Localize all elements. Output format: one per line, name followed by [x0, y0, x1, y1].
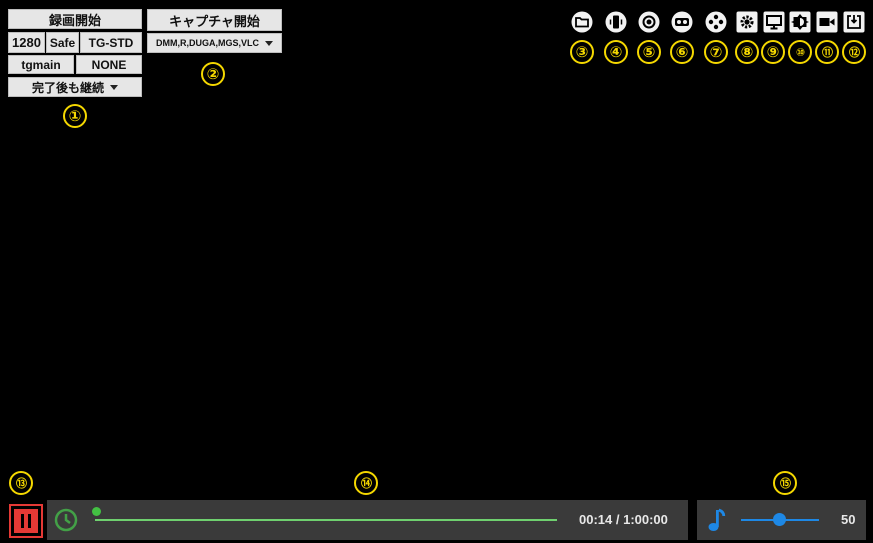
profile-button[interactable]: tgmain	[8, 55, 74, 74]
gamepad-icon[interactable]	[705, 11, 727, 33]
capture-start-label: キャプチャ開始	[169, 13, 260, 29]
clock-icon[interactable]	[53, 507, 79, 533]
format-label: TG-STD	[88, 35, 134, 50]
marker-3: ③	[570, 40, 594, 64]
pause-icon	[14, 509, 38, 533]
video-camera-icon[interactable]	[816, 11, 838, 33]
pause-button[interactable]	[9, 504, 43, 538]
marker-1: ①	[63, 104, 87, 128]
marker-14: ⑭	[354, 471, 378, 495]
marker-9: ⑨	[761, 40, 785, 64]
record-target-icon[interactable]	[638, 11, 660, 33]
marker-12: ⑫	[842, 40, 866, 64]
time-display: 00:14 / 1:00:00	[579, 512, 668, 527]
record-start-button[interactable]: 録画開始	[8, 9, 142, 29]
capture-source-value: DMM,R,DUGA,MGS,VLC	[156, 38, 259, 48]
option-label: NONE	[91, 57, 127, 72]
seek-track[interactable]	[95, 519, 557, 521]
profile-label: tgmain	[21, 57, 61, 72]
resolution-label: 1280	[12, 35, 41, 50]
volume-value: 50	[841, 512, 856, 527]
seek-handle[interactable]	[92, 507, 101, 516]
after-complete-label: 完了後も継続	[31, 80, 104, 95]
seek-bar-panel: 00:14 / 1:00:00	[47, 500, 688, 540]
gear-icon[interactable]	[736, 11, 758, 33]
marker-6: ⑥	[670, 40, 694, 64]
resolution-button[interactable]: 1280	[8, 32, 45, 53]
capture-source-dropdown[interactable]: DMM,R,DUGA,MGS,VLC	[147, 33, 282, 53]
marker-11: ⑪	[815, 40, 839, 64]
folder-icon[interactable]	[571, 11, 593, 33]
volume-handle[interactable]	[773, 513, 786, 526]
capture-start-button[interactable]: キャプチャ開始	[147, 9, 282, 31]
marker-2: ②	[201, 62, 225, 86]
marker-15: ⑮	[773, 471, 797, 495]
brightness-icon[interactable]	[789, 11, 811, 33]
vr-glasses-icon[interactable]	[671, 11, 693, 33]
format-button[interactable]: TG-STD	[80, 32, 142, 53]
music-note-icon	[708, 508, 726, 531]
marker-5: ⑤	[637, 40, 661, 64]
chevron-down-icon	[265, 40, 273, 46]
record-start-label: 録画開始	[48, 12, 101, 28]
marker-8: ⑧	[735, 40, 759, 64]
chevron-down-icon	[110, 84, 118, 90]
mode-label: Safe	[49, 35, 76, 50]
marker-7: ⑦	[704, 40, 728, 64]
monitor-icon[interactable]	[763, 11, 785, 33]
mode-button[interactable]: Safe	[46, 32, 79, 53]
marker-4: ④	[604, 40, 628, 64]
marker-13: ⑬	[9, 471, 33, 495]
option-button[interactable]: NONE	[76, 55, 142, 74]
after-complete-dropdown[interactable]: 完了後も継続	[8, 77, 142, 97]
marker-10: ⑩	[788, 40, 812, 64]
phone-rotate-icon[interactable]	[605, 11, 627, 33]
exit-icon[interactable]	[843, 11, 865, 33]
volume-panel: 50	[697, 500, 866, 540]
